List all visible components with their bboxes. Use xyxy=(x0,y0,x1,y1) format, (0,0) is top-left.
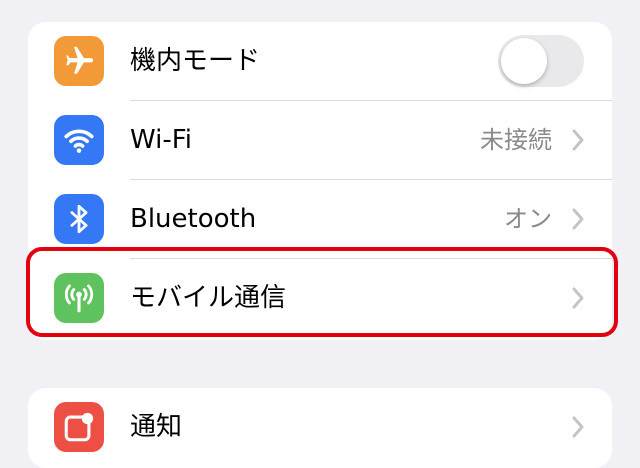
airplane-mode-toggle[interactable] xyxy=(498,35,584,87)
notifications-label: 通知 xyxy=(130,412,183,442)
chevron-right-icon xyxy=(572,416,584,438)
wifi-label: Wi-Fi xyxy=(130,125,193,155)
airplane-mode-label: 機内モード xyxy=(130,46,261,76)
settings-row-wifi[interactable]: Wi-Fi 未接続 xyxy=(28,101,612,179)
cellular-highlight-box xyxy=(26,247,618,337)
bluetooth-icon xyxy=(54,194,104,244)
notifications-settings-group: 通知 xyxy=(28,388,612,468)
airplane-icon xyxy=(54,36,104,86)
settings-row-notifications[interactable]: 通知 xyxy=(28,388,612,466)
chevron-right-icon xyxy=(572,129,584,151)
wifi-status: 未接続 xyxy=(480,126,552,154)
chevron-right-icon xyxy=(572,208,584,230)
toggle-knob xyxy=(501,38,547,84)
notifications-icon xyxy=(54,402,104,452)
wifi-icon xyxy=(54,115,104,165)
settings-row-airplane-mode[interactable]: 機内モード xyxy=(28,22,612,100)
